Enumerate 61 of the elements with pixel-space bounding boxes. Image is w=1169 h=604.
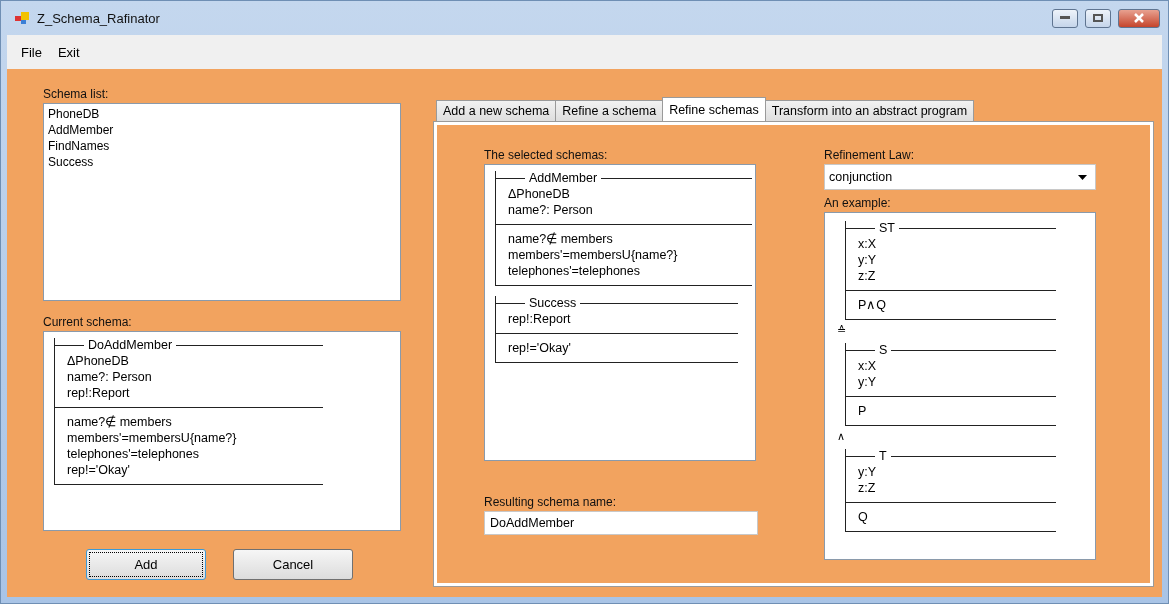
dropdown[interactable]: conjunction [824,164,1096,190]
schema-predicate: rep!='Okay' [67,462,130,478]
tab[interactable]: Add a new schema [436,100,557,121]
schema-predicate: Q [858,509,868,525]
schema-declaration: rep!:Report [67,385,130,401]
tab[interactable]: Refine schemas [662,97,766,121]
field-label: Schema list: [43,87,110,101]
schema-predicate: P∧Q [858,297,887,313]
tab[interactable]: Transform into an abstract program [764,100,975,121]
list-item[interactable]: FindNames [48,138,110,154]
field-label: An example: [824,196,892,210]
add-button[interactable]: Add [86,549,206,580]
operator-symbol: ≙ [837,324,847,337]
schema-declaration: z:Z [858,480,876,496]
schema-predicate: telephones'=telephones [67,446,199,462]
maximize-button[interactable] [1085,8,1111,28]
schema-declaration: ΔPhoneDB [508,186,570,202]
list-item[interactable]: AddMember [48,122,114,138]
schema-predicate: P [858,403,867,419]
menu-item[interactable]: Exit [51,42,86,62]
maximize-icon [1093,14,1103,22]
operator-symbol: ∧ [837,430,846,443]
minimize-button[interactable] [1052,8,1078,28]
schema-declaration: y:Y [858,374,877,390]
list-item[interactable]: Success [48,154,94,170]
schema-name: AddMember [529,171,598,185]
schema-predicate: name?∉ members [508,231,613,247]
schema-name: Success [529,296,577,310]
schema-predicate: rep!='Okay' [508,340,571,356]
schema-predicate: members'=membersU{name?} [67,430,237,446]
field-label: Current schema: [43,315,133,329]
schema-declaration: name?: Person [67,369,152,385]
field-label: Resulting schema name: [484,495,618,509]
schema-declaration: name?: Person [508,202,593,218]
input-field[interactable]: DoAddMember [484,511,758,535]
schema-declaration: ΔPhoneDB [67,353,129,369]
tab[interactable]: Refine a schema [555,100,664,121]
field-label: The selected schemas: [484,148,609,162]
list-item[interactable]: PhoneDB [48,106,100,122]
schema-name: DoAddMember [88,338,173,352]
caret-icon [1078,174,1087,180]
schema-declaration: z:Z [858,268,876,284]
schema-declaration: y:Y [858,252,877,268]
close-button[interactable] [1118,8,1160,28]
app-icon [15,11,31,25]
minimize-icon [1060,16,1070,20]
schema-name: S [879,343,888,357]
schema-declaration: x:X [858,236,877,252]
schema-predicate: telephones'=telephones [508,263,640,279]
schema-predicate: name?∉ members [67,414,172,430]
schema-declaration: rep!:Report [508,311,571,327]
field-label: Refinement Law: [824,148,916,162]
schema-predicate: members'=membersU{name?} [508,247,678,263]
menu-item[interactable]: File [15,42,48,62]
schema-name: ST [879,221,895,235]
schema-name: T [879,449,887,463]
cancel-button[interactable]: Cancel [233,549,353,580]
schema-declaration: x:X [858,358,877,374]
window-title: Z_Schema_Rafinator [37,10,161,26]
close-icon [1133,13,1145,23]
schema-declaration: y:Y [858,464,877,480]
